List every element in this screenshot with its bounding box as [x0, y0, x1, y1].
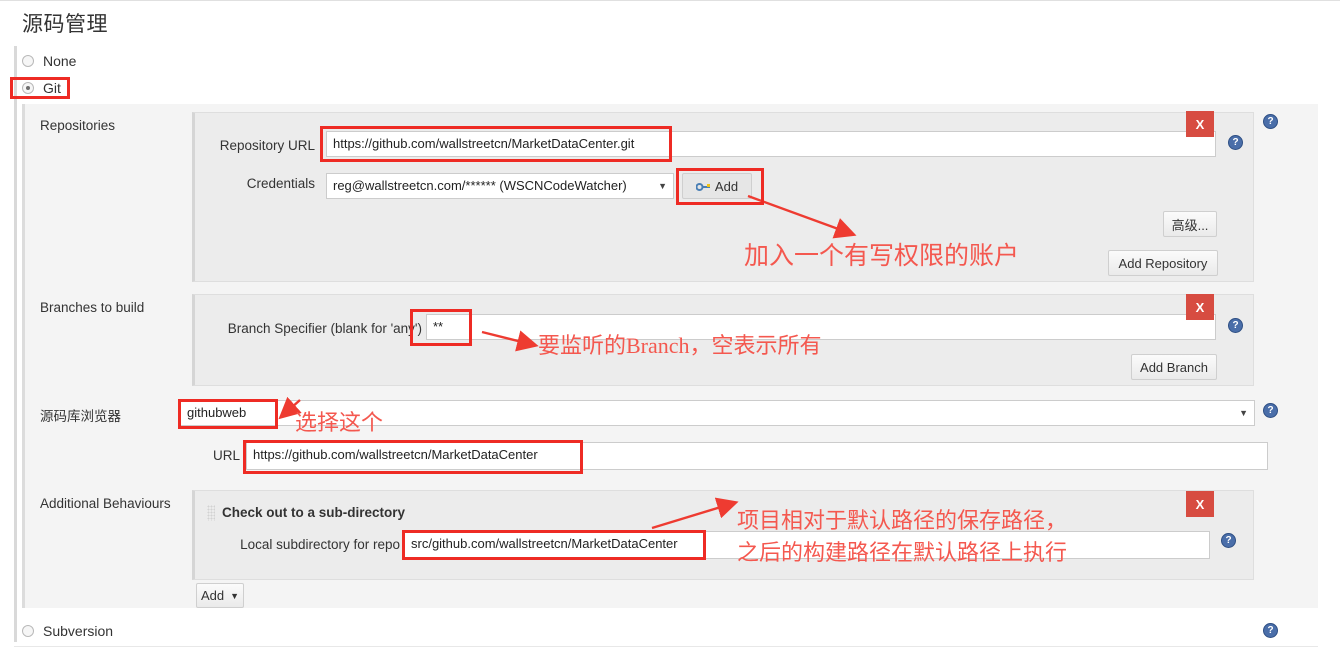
browser-url-label: URL [212, 448, 240, 463]
branch-specifier-help-icon[interactable]: ? [1228, 318, 1243, 333]
local-subdirectory-help-icon[interactable]: ? [1221, 533, 1236, 548]
top-divider [0, 0, 1340, 1]
local-subdirectory-label: Local subdirectory for repo [240, 537, 400, 552]
highlight-repository-url [320, 126, 672, 162]
branches-label: Branches to build [40, 300, 145, 315]
highlight-local-subdirectory [402, 530, 706, 560]
highlight-repository-browser [178, 399, 278, 429]
branch-specifier-label: Branch Specifier (blank for 'any') [227, 321, 422, 336]
advanced-button[interactable]: 高级... [1163, 211, 1217, 237]
highlight-browser-url [243, 440, 583, 474]
drag-handle-icon[interactable] [207, 505, 215, 521]
delete-behaviour-button[interactable]: X [1186, 491, 1214, 517]
subversion-help-icon[interactable]: ? [1263, 623, 1278, 638]
bottom-divider [14, 646, 1318, 647]
annotation-credentials: 加入一个有写权限的账户 [744, 243, 1020, 270]
section-guide-bar [14, 46, 17, 642]
scm-radio-none-label: None [43, 53, 77, 69]
chevron-down-icon: ▼ [1239, 408, 1248, 418]
repositories-help-icon[interactable]: ? [1263, 114, 1278, 129]
chevron-down-icon: ▼ [658, 181, 667, 191]
scm-radio-subversion-label: Subversion [43, 623, 114, 639]
repository-url-label: Repository URL [219, 138, 315, 153]
credentials-select-value: reg@wallstreetcn.com/****** (WSCNCodeWat… [333, 178, 627, 193]
radio-none-icon [22, 55, 34, 67]
scm-radio-subversion[interactable]: Subversion [22, 623, 113, 639]
radio-subversion-icon [22, 625, 34, 637]
annotation-branch: 要监听的Branch，空表示所有 [538, 333, 822, 358]
delete-repository-button[interactable]: X [1186, 111, 1214, 137]
credentials-select[interactable]: reg@wallstreetcn.com/****** (WSCNCodeWat… [326, 173, 674, 199]
add-branch-button[interactable]: Add Branch [1131, 354, 1217, 380]
repositories-label: Repositories [40, 118, 116, 133]
delete-branch-button[interactable]: X [1186, 294, 1214, 320]
annotation-subdirectory-line2: 之后的构建路径在默认路径上执行 [737, 540, 1068, 565]
annotation-subdirectory-line1: 项目相对于默认路径的保存路径， [737, 508, 1068, 533]
behaviour-title: Check out to a sub-directory [222, 505, 406, 520]
credentials-label: Credentials [246, 176, 315, 191]
scm-radio-none[interactable]: None [22, 53, 76, 69]
highlight-branch-specifier [410, 309, 472, 346]
scm-configuration-page: 源码管理 None Git Repositories Repository UR… [0, 0, 1340, 653]
add-behaviour-label: Add [200, 588, 225, 603]
annotation-browser: 选择这个 [295, 410, 384, 435]
add-behaviour-button[interactable]: Add ▼ [196, 583, 244, 608]
chevron-down-icon: ▼ [230, 590, 240, 601]
page-title: 源码管理 [22, 12, 108, 36]
repository-url-help-icon[interactable]: ? [1228, 135, 1243, 150]
add-repository-button[interactable]: Add Repository [1108, 250, 1218, 276]
repository-browser-help-icon[interactable]: ? [1263, 403, 1278, 418]
highlight-git-radio [10, 77, 70, 99]
highlight-add-credentials [676, 168, 764, 205]
